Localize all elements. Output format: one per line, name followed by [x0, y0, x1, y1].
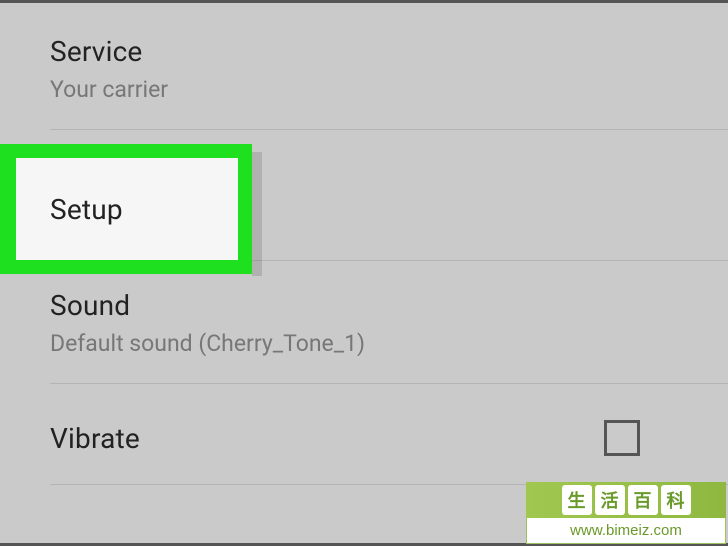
setting-item-sound[interactable]: Sound Default sound (Cherry_Tone_1) — [0, 261, 728, 383]
setup-highlight: Setup — [0, 144, 252, 274]
sound-title: Sound — [50, 289, 678, 322]
watermark-char: 生 — [562, 485, 592, 515]
service-title: Service — [50, 35, 678, 68]
sound-subtitle: Default sound (Cherry_Tone_1) — [50, 330, 678, 357]
watermark-char: 科 — [661, 485, 691, 515]
setup-title: Setup — [50, 193, 123, 226]
watermark-char: 活 — [595, 485, 625, 515]
watermark-logo: 生 活 百 科 — [526, 482, 726, 518]
vibrate-title: Vibrate — [50, 422, 140, 455]
vibrate-checkbox[interactable] — [604, 420, 640, 456]
setting-item-service[interactable]: Service Your carrier — [0, 3, 728, 129]
watermark-url: www.bimeiz.com — [526, 518, 726, 544]
watermark-char: 百 — [628, 485, 658, 515]
setting-item-vibrate[interactable]: Vibrate — [0, 384, 728, 484]
service-subtitle: Your carrier — [50, 76, 678, 103]
watermark: 生 活 百 科 www.bimeiz.com — [526, 482, 726, 544]
setup-highlight-inner[interactable]: Setup — [16, 158, 238, 260]
highlight-shadow — [252, 152, 262, 276]
